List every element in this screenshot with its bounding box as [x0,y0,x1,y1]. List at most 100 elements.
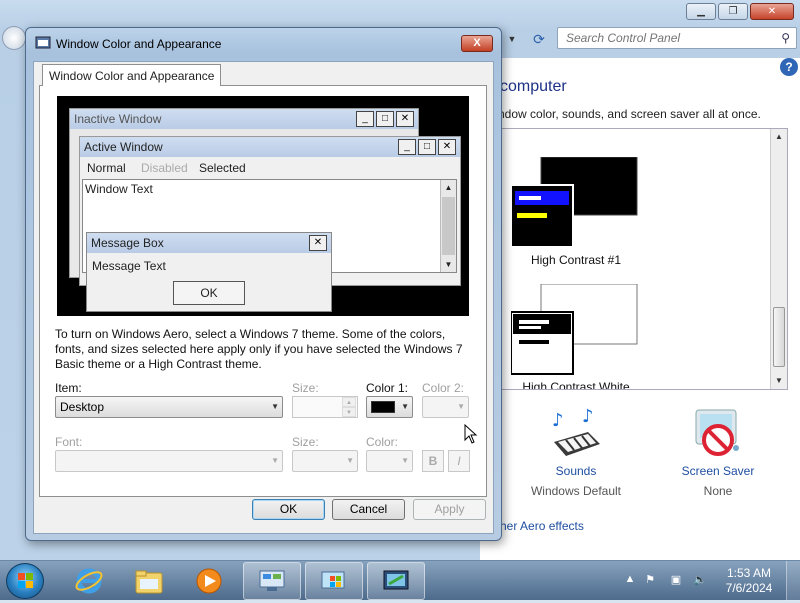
help-icon[interactable]: ? [780,58,798,76]
maximize-icon: □ [376,111,394,127]
taskbar-media-player[interactable] [180,562,238,600]
scroll-thumb [442,197,455,255]
system-clock[interactable]: 1:53 AM 7/6/2024 [718,566,780,596]
close-icon: ✕ [438,139,456,155]
active-title-bar: Active Window _ □ ✕ [80,137,460,157]
maximize-icon: □ [418,139,436,155]
tab-window-color[interactable]: Window Color and Appearance [42,64,222,86]
theme-list-scrollbar[interactable]: ▲ ▼ [770,129,787,389]
active-title: Active Window [84,140,163,154]
preview-ok-button: OK [173,281,245,305]
font-size-label: Size: [292,435,319,449]
screen-saver-link[interactable]: Screen Saver [672,464,764,478]
scroll-down-icon[interactable]: ▼ [771,373,787,389]
taskbar-explorer[interactable] [120,562,178,600]
ok-button[interactable]: OK [252,499,325,520]
menu-normal: Normal [87,161,126,175]
chevron-down-icon: ▼ [346,456,354,465]
maximize-button[interactable]: ❐ [718,3,748,20]
theme-list: High Contrast #1 High Contrast White ▲ ▼ [494,128,788,390]
appearance-preview[interactable]: Inactive Window _ □ ✕ Active Window _ □ [57,96,469,316]
font-size-select: ▼ [292,450,358,472]
message-text: Message Text [92,259,166,273]
personalization-icon [321,571,345,589]
address-dropdown-icon[interactable]: ▼ [502,28,522,50]
show-desktop-button[interactable] [786,561,800,601]
minimize-button[interactable]: ▁ [686,3,716,20]
apply-button: Apply [413,499,486,520]
menu-selected: Selected [199,161,246,175]
sounds-value: Windows Default [530,484,622,498]
theme-thumbnail-hc1-icon [510,156,638,248]
search-icon[interactable]: ⚲ [781,31,790,45]
item-size-label: Size: [292,381,319,395]
network-icon[interactable]: ▣ [668,573,684,589]
page-description: ndow color, sounds, and screen saver all… [498,107,761,121]
scroll-up-icon: ▲ [444,183,453,192]
folder-icon [135,570,163,594]
screen-saver-value: None [703,484,733,498]
message-box-title-bar: Message Box ✕ [87,233,331,253]
preview-message-box[interactable]: Message Box ✕ Message Text OK [86,232,332,312]
theme-label: High Contrast White [522,380,630,390]
font-label: Font: [55,435,83,449]
search-box[interactable]: ⚲ [557,27,797,49]
minimize-icon: _ [398,139,416,155]
action-center-icon[interactable]: ⚑ [642,573,658,589]
svg-text:♪: ♪ [582,408,594,427]
spin-down-icon: ▼ [342,407,356,417]
back-button[interactable] [2,26,26,50]
clock-date: 7/6/2024 [725,581,773,595]
taskbar-control-panel[interactable] [243,562,301,600]
cancel-button[interactable]: Cancel [332,499,405,520]
theme-thumbnail-hcw-icon [510,283,638,375]
clock-time: 1:53 AM [726,566,772,580]
start-button[interactable] [6,563,44,599]
menu-disabled: Disabled [141,161,188,175]
windows-logo-icon [18,573,33,588]
taskbar-personalization[interactable] [305,562,363,600]
color2-picker: ▼ [422,396,469,418]
item-size-spinner: ▲ ▼ [292,396,358,418]
scroll-down-icon: ▼ [444,260,453,269]
taskbar-ie[interactable] [60,562,118,600]
window-color-icon [383,570,409,590]
internet-explorer-icon [75,568,103,594]
color1-picker[interactable]: ▼ [366,396,413,418]
window-caption-buttons: ▁ ❐ ✕ [686,3,794,20]
screen-saver-icon[interactable] [690,408,746,464]
chevron-down-icon: ▼ [457,402,465,411]
preview-menu-bar: Normal Disabled Selected [80,159,460,177]
dialog-body: Window Color and Appearance Inactive Win… [33,61,494,534]
chevron-down-icon: ▼ [401,402,409,411]
scroll-thumb[interactable] [773,307,785,367]
volume-icon[interactable]: 🔈 [692,573,708,589]
dialog-app-icon [35,36,51,49]
sounds-icon[interactable]: ♪ ♪ [548,408,604,464]
color1-swatch [371,401,395,413]
aero-effects-link[interactable]: her Aero effects [500,519,584,533]
scroll-up-icon[interactable]: ▲ [771,129,787,145]
media-player-icon [196,568,222,594]
sounds-link[interactable]: Sounds [540,464,612,478]
search-input[interactable] [564,28,774,48]
item-select[interactable]: Desktop ▼ [55,396,283,418]
refresh-icon[interactable]: ⟳ [528,28,550,50]
window-color-dialog: Window Color and Appearance X Window Col… [25,27,502,541]
page-heading: computer [500,78,567,95]
show-hidden-icons-icon[interactable]: ▲ [622,573,638,589]
close-button[interactable]: ✕ [750,3,794,20]
close-icon: ✕ [309,235,327,251]
taskbar-window-color[interactable] [367,562,425,600]
taskbar: ▲ ⚑ ▣ 🔈 1:53 AM 7/6/2024 [0,560,800,601]
dialog-title: Window Color and Appearance [56,37,222,51]
aero-info-text: To turn on Windows Aero, select a Window… [55,327,463,371]
dialog-close-button[interactable]: X [461,35,493,52]
theme-high-contrast-1[interactable]: High Contrast #1 [510,156,651,277]
bold-button: B [422,450,444,472]
close-icon: ✕ [396,111,414,127]
color2-label: Color 2: [422,381,465,395]
theme-high-contrast-white[interactable]: High Contrast White [510,283,651,389]
spin-up-icon: ▲ [342,397,356,407]
inactive-title-bar: Inactive Window _ □ ✕ [70,109,418,129]
